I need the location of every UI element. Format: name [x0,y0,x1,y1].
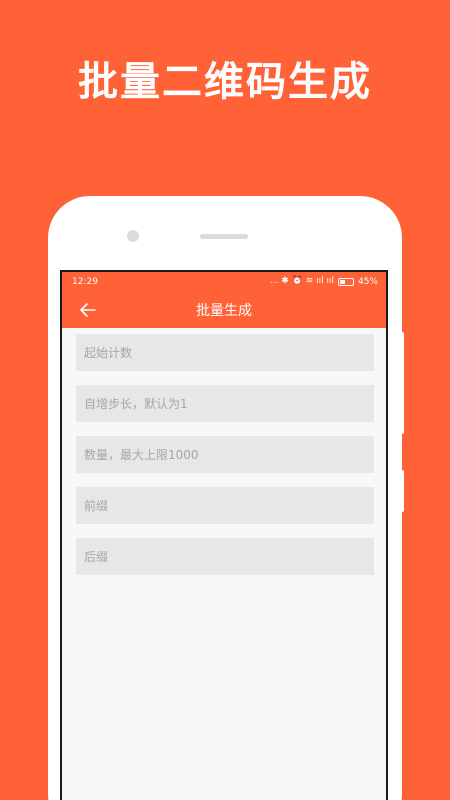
battery-percent: 45% [357,276,378,287]
arrow-left-icon [80,303,96,317]
battery-level [339,279,346,284]
batch-form: 起始计数 自增步长，默认为1 数量，最大上限1000 前缀 后缀 [62,328,386,575]
app-screen: 12:29 ... ✱ ⏰ ≋ ııl ııl 45% 批量生成 起始计数 自增… [62,272,386,800]
page-title: 批量生成 [196,302,252,319]
battery-icon [337,277,354,286]
phone-camera [127,230,139,242]
suffix-input[interactable]: 后缀 [76,538,374,575]
quantity-input[interactable]: 数量，最大上限1000 [76,436,374,473]
prefix-input[interactable]: 前缀 [76,487,374,524]
status-time: 12:29 [72,276,98,287]
status-indicators: ... ✱ ⏰ ≋ ııl ııl 45% [270,277,378,287]
phone-speaker [200,234,248,239]
back-button[interactable] [76,298,100,322]
app-bar: 批量生成 [62,291,386,328]
promo-headline: 批量二维码生成 [78,59,372,105]
phone-screen: 12:29 ... ✱ ⏰ ≋ ııl ııl 45% 批量生成 起始计数 自增… [60,270,388,800]
status-bar: 12:29 ... ✱ ⏰ ≋ ııl ııl 45% [62,272,386,291]
start-count-input[interactable]: 起始计数 [76,334,374,371]
step-input[interactable]: 自增步长，默认为1 [76,385,374,422]
phone-volume-button [400,332,404,434]
phone-power-button [400,470,404,512]
status-icons: ... ✱ ⏰ ≋ ııl ııl [269,276,334,286]
